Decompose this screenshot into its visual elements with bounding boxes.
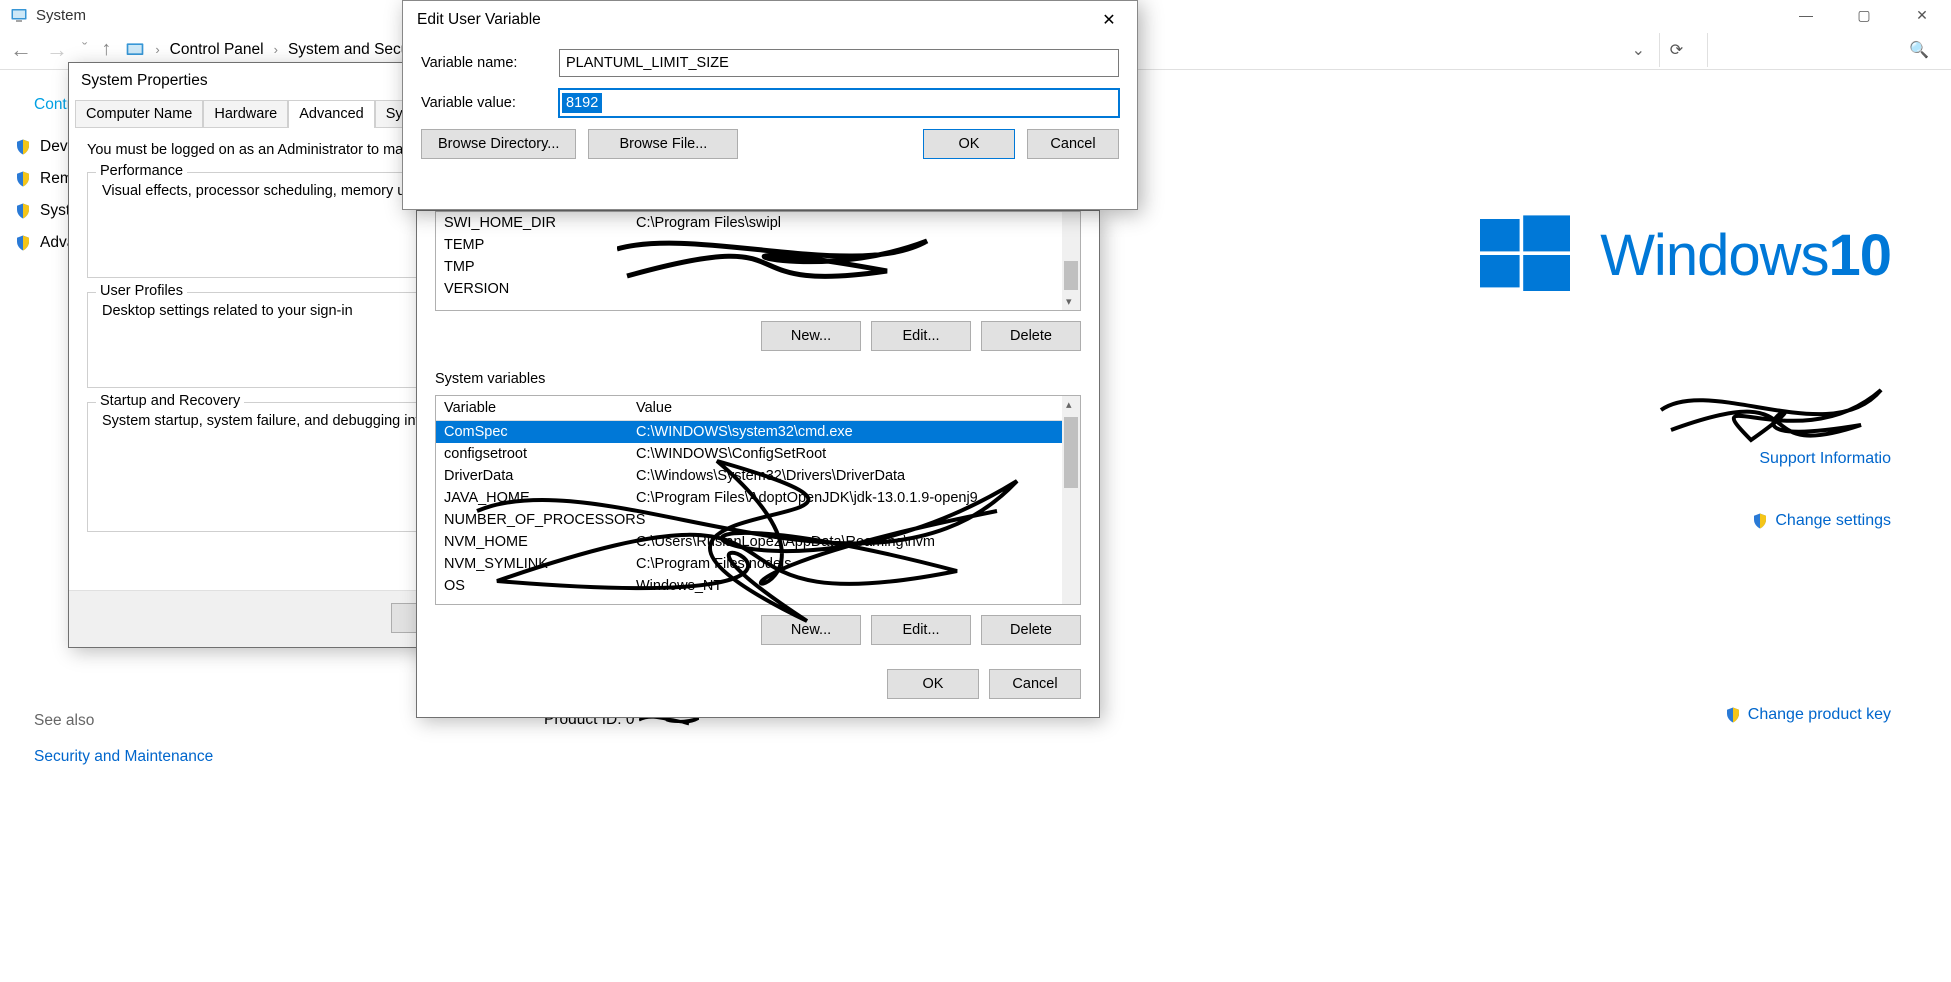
forward-button[interactable]: → [46,37,68,63]
table-row[interactable]: DriverDataC:\Windows\System32\Drivers\Dr… [436,465,1080,487]
refresh-button[interactable]: ⟳ [1659,33,1693,67]
table-row[interactable]: VERSION [436,278,1080,300]
system-variables-list[interactable]: Variable Value ComSpecC:\WINDOWS\system3… [435,395,1081,605]
chevron-down-icon[interactable]: ˇ [82,41,87,59]
close-button[interactable]: ✕ [1087,7,1131,33]
variable-name-label: Variable name: [421,55,559,71]
table-header: Variable Value [436,396,1080,421]
table-row[interactable]: OSWindows_NT [436,575,1080,597]
chevron-right-icon: › [274,42,278,57]
delete-sys-var-button[interactable]: Delete [981,615,1081,645]
scrollbar[interactable]: ▴ [1062,396,1080,604]
system-icon [10,6,28,24]
change-product-key-link[interactable]: Change product key [1724,706,1891,724]
support-info-link[interactable]: Support Informatio [1759,450,1891,468]
table-row[interactable]: NVM_HOMEC:\Users\RuslanLopez\AppData\Roa… [436,531,1080,553]
startup-recovery-legend: Startup and Recovery [96,393,244,409]
security-maintenance-link[interactable]: Security and Maintenance [34,748,258,766]
scrollbar[interactable]: ▾ [1062,212,1080,310]
cancel-button[interactable]: Cancel [989,669,1081,699]
redaction-scribble [1651,370,1891,460]
search-input[interactable]: 🔍 [1707,33,1943,67]
table-row[interactable]: NUMBER_OF_PROCESSORS [436,509,1080,531]
edit-user-var-button[interactable]: Edit... [871,321,971,351]
table-row[interactable]: NVM_SYMLINKC:\Program Files\nodejs [436,553,1080,575]
variable-value-input[interactable]: 8192 [559,89,1119,117]
minimize-button[interactable]: — [1777,0,1835,30]
tab-hardware[interactable]: Hardware [203,100,288,128]
shield-icon [1751,512,1769,530]
tab-computer-name[interactable]: Computer Name [75,100,203,128]
shield-icon [1724,706,1742,724]
maximize-button[interactable]: ▢ [1835,0,1893,30]
shield-icon [14,234,32,252]
system-variables-label: System variables [435,371,1081,387]
search-icon: 🔍 [1909,40,1929,60]
ok-button[interactable]: OK [923,129,1015,159]
close-button[interactable]: ✕ [1893,0,1951,30]
delete-user-var-button[interactable]: Delete [981,321,1081,351]
shield-icon [14,202,32,220]
nav-arrows: ← → ˇ ↑ [10,37,111,63]
variable-value-label: Variable value: [421,95,559,111]
tab-advanced[interactable]: Advanced [288,100,375,128]
change-key-label: Change product key [1748,706,1891,724]
change-settings-label: Change settings [1775,512,1891,530]
table-row[interactable]: JAVA_HOMEC:\Program Files\AdoptOpenJDK\j… [436,487,1080,509]
new-sys-var-button[interactable]: New... [761,615,861,645]
col-variable: Variable [444,400,636,416]
user-profiles-legend: User Profiles [96,283,187,299]
performance-legend: Performance [96,163,187,179]
chevron-down-icon[interactable]: ⌄ [1632,40,1645,60]
browse-directory-button[interactable]: Browse Directory... [421,129,576,159]
dialog-title: Edit User Variable [417,11,541,29]
browse-file-button[interactable]: Browse File... [588,129,738,159]
new-user-var-button[interactable]: New... [761,321,861,351]
change-settings-link[interactable]: Change settings [1751,512,1891,530]
table-row[interactable]: configsetrootC:\WINDOWS\ConfigSetRoot [436,443,1080,465]
windows-edition-text: Windows10 [1600,222,1891,289]
table-row[interactable]: SWI_HOME_DIRC:\Program Files\swipl [436,212,1080,234]
system-icon [125,40,145,60]
window-controls: — ▢ ✕ [1777,0,1951,30]
breadcrumb-item[interactable]: Control Panel [170,41,264,59]
edit-sys-var-button[interactable]: Edit... [871,615,971,645]
up-button[interactable]: ↑ [101,38,111,61]
windows-logo-icon [1480,210,1570,300]
variable-name-input[interactable] [559,49,1119,77]
table-row[interactable]: TEMP [436,234,1080,256]
cancel-button[interactable]: Cancel [1027,129,1119,159]
ok-button[interactable]: OK [887,669,979,699]
table-row[interactable]: ComSpecC:\WINDOWS\system32\cmd.exe [436,421,1080,443]
shield-icon [14,170,32,188]
see-also-heading: See also [34,712,258,730]
user-variables-list[interactable]: SWI_HOME_DIRC:\Program Files\swiplTEMPTM… [435,211,1081,311]
shield-icon [14,138,32,156]
edit-user-variable-dialog: Edit User Variable ✕ Variable name: Vari… [402,0,1138,210]
col-value: Value [636,400,672,416]
table-row[interactable]: TMP [436,256,1080,278]
back-button[interactable]: ← [10,37,32,63]
chevron-right-icon: › [155,42,159,57]
environment-variables-dialog: SWI_HOME_DIRC:\Program Files\swiplTEMPTM… [416,210,1100,718]
system-title: System [36,7,86,24]
